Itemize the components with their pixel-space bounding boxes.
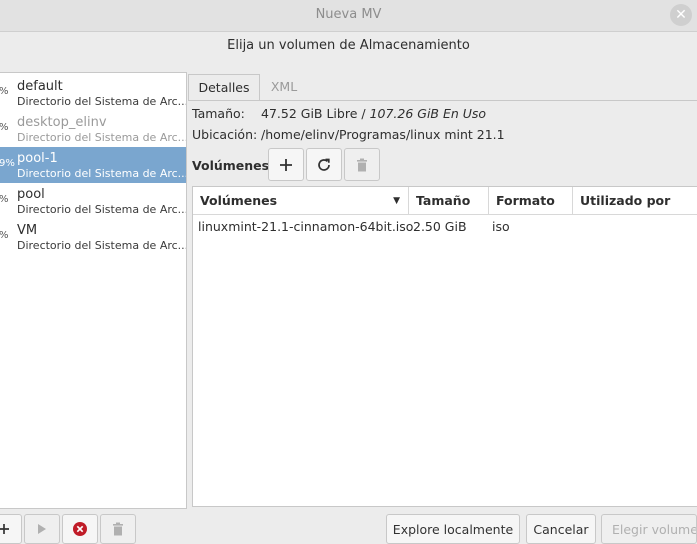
add-volume-button[interactable] bbox=[268, 148, 304, 181]
volume-size: 2.50 GiB bbox=[413, 219, 467, 234]
stop-icon bbox=[73, 522, 87, 536]
location-label: Ubicación: bbox=[192, 127, 258, 142]
size-label: Tamaño: bbox=[192, 106, 245, 121]
pool-description: Directorio del Sistema de Arc... bbox=[17, 95, 187, 108]
pool-usage: 9% bbox=[0, 158, 15, 169]
tab-divider bbox=[188, 100, 697, 101]
title-bar: Nueva MV ✕ bbox=[0, 0, 697, 32]
sort-arrow-icon: ▼ bbox=[393, 196, 400, 206]
plus-icon bbox=[280, 158, 292, 171]
tab-xml[interactable]: XML bbox=[267, 74, 301, 99]
start-pool-button[interactable] bbox=[24, 514, 60, 544]
dialog-header: Elija un volumen de Almacenamiento bbox=[227, 38, 470, 53]
pool-description: Directorio del Sistema de Arc... bbox=[17, 131, 187, 144]
trash-icon bbox=[357, 158, 367, 171]
column-header-format[interactable]: Formato bbox=[489, 187, 573, 215]
add-pool-button[interactable] bbox=[0, 514, 22, 544]
pool-item-desktop-elinv[interactable]: % desktop_elinv Directorio del Sistema d… bbox=[0, 111, 186, 147]
volumes-table: Volúmenes ▼ Tamaño Formato Utilizado por… bbox=[192, 186, 697, 507]
pool-usage: % bbox=[0, 122, 9, 133]
pool-usage: % bbox=[0, 194, 9, 205]
column-header-used-by[interactable]: Utilizado por bbox=[573, 187, 697, 215]
browse-local-button[interactable]: Explore localmente bbox=[386, 514, 520, 544]
column-header-size[interactable]: Tamaño bbox=[409, 187, 489, 215]
volume-name: linuxmint-21.1-cinnamon-64bit.iso bbox=[198, 219, 414, 234]
cancel-button[interactable]: Cancelar bbox=[526, 514, 596, 544]
pool-item-pool[interactable]: % pool Directorio del Sistema de Arc... bbox=[0, 183, 186, 219]
volumes-label: Volúmenes bbox=[192, 158, 270, 173]
delete-volume-button[interactable] bbox=[344, 148, 380, 181]
pool-usage: % bbox=[0, 86, 9, 97]
pool-name: default bbox=[17, 79, 63, 94]
volume-format: iso bbox=[492, 219, 510, 234]
refresh-button[interactable] bbox=[306, 148, 342, 181]
trash-icon bbox=[113, 522, 123, 536]
stop-pool-button[interactable] bbox=[62, 514, 98, 544]
pool-item-pool-1[interactable]: 9% pool-1 Directorio del Sistema de Arc.… bbox=[0, 147, 186, 183]
pool-description: Directorio del Sistema de Arc... bbox=[17, 203, 187, 216]
pool-list: % default Directorio del Sistema de Arc.… bbox=[0, 72, 187, 509]
pool-item-default[interactable]: % default Directorio del Sistema de Arc.… bbox=[0, 75, 186, 111]
size-value: 47.52 GiB Libre / 107.26 GiB En Uso bbox=[261, 106, 486, 121]
pool-description: Directorio del Sistema de Arc... bbox=[17, 167, 187, 180]
pool-name: VM bbox=[17, 223, 38, 238]
pool-item-vm[interactable]: % VM Directorio del Sistema de Arc... bbox=[0, 219, 186, 255]
pool-name: desktop_elinv bbox=[17, 115, 107, 130]
window-title: Nueva MV bbox=[315, 7, 382, 22]
close-icon[interactable]: ✕ bbox=[670, 4, 692, 26]
plus-icon bbox=[0, 524, 9, 534]
location-value: /home/elinv/Programas/linux mint 21.1 bbox=[261, 127, 505, 142]
pool-name: pool-1 bbox=[17, 151, 58, 166]
column-header-volumes[interactable]: Volúmenes ▼ bbox=[193, 187, 409, 215]
refresh-icon bbox=[318, 158, 330, 171]
pool-description: Directorio del Sistema de Arc... bbox=[17, 239, 187, 252]
size-free: 47.52 GiB Libre / bbox=[261, 106, 366, 121]
delete-pool-button[interactable] bbox=[100, 514, 136, 544]
tab-details[interactable]: Detalles bbox=[188, 74, 260, 101]
column-header-label: Volúmenes bbox=[200, 193, 278, 208]
size-used: 107.26 GiB En Uso bbox=[369, 106, 487, 121]
pool-name: pool bbox=[17, 187, 45, 202]
play-icon bbox=[38, 524, 46, 534]
choose-volume-button[interactable]: Elegir volumen bbox=[601, 514, 697, 544]
pool-usage: % bbox=[0, 230, 9, 241]
